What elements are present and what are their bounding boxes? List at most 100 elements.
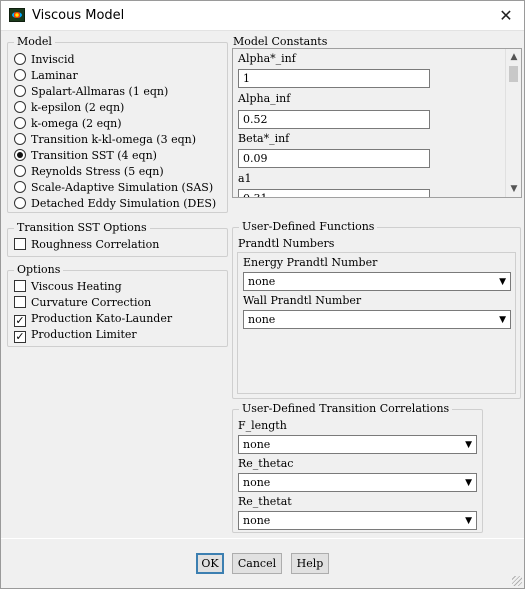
- model-option-sas[interactable]: Scale-Adaptive Simulation (SAS): [14, 180, 213, 196]
- radio-button[interactable]: [14, 197, 26, 209]
- close-button[interactable]: ✕: [494, 5, 518, 27]
- radio-button[interactable]: [14, 53, 26, 65]
- f-length-dropdown[interactable]: none ▼: [238, 435, 477, 454]
- model-option-des[interactable]: Detached Eddy Simulation (DES): [14, 196, 216, 212]
- a1-label: a1: [238, 172, 252, 185]
- window-title: Viscous Model: [32, 8, 125, 23]
- scroll-up-icon[interactable]: ▲: [506, 49, 521, 65]
- transition-correlations-label: User-Defined Transition Correlations: [239, 402, 453, 416]
- model-option-k-omega[interactable]: k-omega (2 eqn): [14, 116, 122, 132]
- beta-star-inf-label: Beta*_inf: [238, 132, 290, 145]
- checkbox-label: Curvature Correction: [31, 296, 152, 309]
- title-bar: Viscous Model ✕: [1, 1, 524, 31]
- model-option-label: Reynolds Stress (5 eqn): [31, 165, 164, 178]
- dropdown-value: none: [243, 514, 271, 527]
- wall-prandtl-label: Wall Prandtl Number: [243, 294, 362, 307]
- curvature-correction-checkbox[interactable]: Curvature Correction: [14, 295, 151, 311]
- radio-button[interactable]: [14, 69, 26, 81]
- radio-button[interactable]: [14, 117, 26, 129]
- button-separator: [1, 538, 524, 539]
- help-button[interactable]: Help: [291, 553, 329, 574]
- transition-sst-options-group: Transition SST Options Roughness Correla…: [7, 221, 228, 257]
- model-option-label: Inviscid: [31, 53, 75, 66]
- dropdown-value: none: [243, 476, 271, 489]
- roughness-correlation-checkbox[interactable]: Roughness Correlation: [14, 237, 159, 253]
- alpha-inf-label: Alpha_inf: [238, 92, 291, 105]
- alpha-star-inf-label: Alpha*_inf: [238, 52, 296, 65]
- production-kato-launder-checkbox[interactable]: ✓ Production Kato-Launder: [14, 311, 172, 327]
- transition-correlations-group: User-Defined Transition Correlations F_l…: [232, 402, 483, 533]
- alpha-star-inf-input[interactable]: 1: [238, 69, 430, 88]
- checkbox-label: Production Kato-Launder: [31, 312, 173, 325]
- beta-star-inf-input[interactable]: 0.09: [238, 149, 430, 168]
- radio-button[interactable]: [14, 133, 26, 145]
- model-option-label: Transition SST (4 eqn): [31, 149, 157, 162]
- chevron-down-icon: ▼: [499, 315, 506, 325]
- radio-button-selected[interactable]: [14, 149, 26, 161]
- model-option-transition-k-kl-omega[interactable]: Transition k-kl-omega (3 eqn): [14, 132, 196, 148]
- checkbox-label: Viscous Heating: [31, 280, 122, 293]
- model-option-label: Detached Eddy Simulation (DES): [31, 197, 217, 210]
- radio-button[interactable]: [14, 85, 26, 97]
- resize-grip-icon[interactable]: [512, 576, 522, 586]
- model-constants-label: Model Constants: [233, 35, 328, 48]
- viscous-model-dialog: Viscous Model ✕ Model Inviscid Laminar S…: [0, 0, 525, 589]
- checkbox-label: Production Limiter: [31, 328, 137, 341]
- prandtl-numbers-box: Energy Prandtl Number none ▼ Wall Prandt…: [237, 252, 516, 394]
- re-thetac-label: Re_thetac: [238, 457, 294, 470]
- energy-prandtl-dropdown[interactable]: none ▼: [243, 272, 511, 291]
- model-option-label: Scale-Adaptive Simulation (SAS): [31, 181, 214, 194]
- ok-button[interactable]: OK: [196, 553, 224, 574]
- model-group: Model Inviscid Laminar Spalart-Allmaras …: [7, 35, 228, 213]
- user-defined-functions-group: User-Defined Functions Prandtl Numbers E…: [232, 220, 521, 399]
- dropdown-value: none: [248, 313, 276, 326]
- viscous-heating-checkbox[interactable]: Viscous Heating: [14, 279, 122, 295]
- re-thetac-dropdown[interactable]: none ▼: [238, 473, 477, 492]
- re-thetat-label: Re_thetat: [238, 495, 292, 508]
- model-group-label: Model: [14, 35, 55, 49]
- model-option-spalart-allmaras[interactable]: Spalart-Allmaras (1 eqn): [14, 84, 168, 100]
- options-group: Options Viscous Heating Curvature Correc…: [7, 263, 228, 347]
- transition-sst-options-label: Transition SST Options: [14, 221, 150, 235]
- chevron-down-icon: ▼: [465, 516, 472, 526]
- checkbox[interactable]: [14, 296, 26, 308]
- model-option-reynolds-stress[interactable]: Reynolds Stress (5 eqn): [14, 164, 164, 180]
- f-length-label: F_length: [238, 419, 287, 432]
- user-defined-functions-label: User-Defined Functions: [239, 220, 378, 234]
- wall-prandtl-dropdown[interactable]: none ▼: [243, 310, 511, 329]
- chevron-down-icon: ▼: [465, 440, 472, 450]
- model-option-label: k-epsilon (2 eqn): [31, 101, 125, 114]
- chevron-down-icon: ▼: [465, 478, 472, 488]
- model-option-label: k-omega (2 eqn): [31, 117, 122, 130]
- options-group-label: Options: [14, 263, 64, 277]
- model-option-inviscid[interactable]: Inviscid: [14, 52, 75, 68]
- dropdown-value: none: [248, 275, 276, 288]
- a1-input[interactable]: 0.31: [238, 189, 430, 197]
- radio-button[interactable]: [14, 101, 26, 113]
- scroll-down-icon[interactable]: ▼: [506, 181, 521, 197]
- scroll-thumb[interactable]: [509, 66, 518, 82]
- model-constants-scrollbar[interactable]: ▲ ▼: [505, 49, 521, 197]
- production-limiter-checkbox[interactable]: ✓ Production Limiter: [14, 327, 137, 343]
- cancel-button[interactable]: Cancel: [232, 553, 282, 574]
- model-option-laminar[interactable]: Laminar: [14, 68, 78, 84]
- energy-prandtl-label: Energy Prandtl Number: [243, 256, 378, 269]
- fluent-app-icon: [9, 8, 25, 22]
- model-option-transition-sst[interactable]: Transition SST (4 eqn): [14, 148, 157, 164]
- checkbox-label: Roughness Correlation: [31, 238, 160, 251]
- model-constants-panel[interactable]: Alpha*_inf 1 Alpha_inf 0.52 Beta*_inf 0.…: [232, 48, 522, 198]
- checkmark-icon[interactable]: ✓: [14, 315, 26, 327]
- prandtl-numbers-label: Prandtl Numbers: [238, 237, 335, 250]
- checkbox[interactable]: [14, 238, 26, 250]
- checkbox[interactable]: [14, 280, 26, 292]
- radio-button[interactable]: [14, 181, 26, 193]
- chevron-down-icon: ▼: [499, 277, 506, 287]
- radio-button[interactable]: [14, 165, 26, 177]
- model-option-k-epsilon[interactable]: k-epsilon (2 eqn): [14, 100, 124, 116]
- model-option-label: Laminar: [31, 69, 78, 82]
- alpha-inf-input[interactable]: 0.52: [238, 110, 430, 129]
- re-thetat-dropdown[interactable]: none ▼: [238, 511, 477, 530]
- checkmark-icon[interactable]: ✓: [14, 331, 26, 343]
- model-option-label: Transition k-kl-omega (3 eqn): [31, 133, 197, 146]
- dropdown-value: none: [243, 438, 271, 451]
